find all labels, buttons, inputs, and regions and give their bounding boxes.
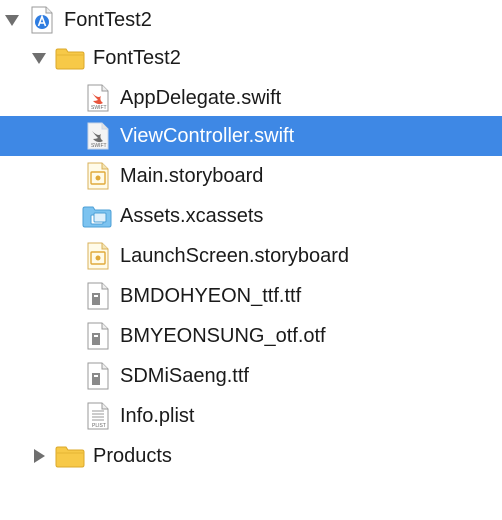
swift-file-badge: SWIFT [91,105,107,111]
disclosure-expanded-icon[interactable] [31,38,47,78]
project-label: FontTest2 [64,9,152,31]
file-label: AppDelegate.swift [120,87,282,109]
products-label: Products [93,445,172,467]
file-row-bmyeonsung[interactable]: BMYEONSUNG_otf.otf [0,316,502,356]
file-row-bmdohyeon[interactable]: BMDOHYEON_ttf.ttf [0,276,502,316]
folder-icon [55,436,85,476]
swift-file-badge: SWIFT [91,143,107,149]
group-row-products[interactable]: Products [0,436,502,476]
group-row-fonttest2[interactable]: FontTest2 [0,38,502,78]
font-file-icon [86,356,110,396]
file-label: BMYEONSUNG_otf.otf [120,325,326,347]
project-navigator: FontTest2 FontTest2 SWIFT AppDelegate.sw… [0,0,502,520]
storyboard-file-icon [86,236,110,276]
swift-file-icon: SWIFT [86,116,110,156]
file-label: Info.plist [120,405,195,427]
file-row-assets[interactable]: Assets.xcassets [0,196,502,236]
disclosure-expanded-icon[interactable] [4,0,20,40]
file-row-appdelegate[interactable]: SWIFT AppDelegate.swift [0,78,502,118]
file-label: SDMiSaeng.ttf [120,365,249,387]
plist-file-badge: PLIST [92,423,106,429]
file-row-main-storyboard[interactable]: Main.storyboard [0,156,502,196]
file-label: ViewController.swift [120,125,295,147]
font-file-icon [86,316,110,356]
file-row-launchscreen[interactable]: LaunchScreen.storyboard [0,236,502,276]
group-label: FontTest2 [93,47,181,69]
folder-icon [55,38,85,78]
plist-file-icon: PLIST [86,396,110,436]
file-row-info-plist[interactable]: PLIST Info.plist [0,396,502,436]
file-label: LaunchScreen.storyboard [120,245,350,267]
file-label: Assets.xcassets [120,205,264,227]
xcode-project-icon [30,0,54,40]
storyboard-file-icon [86,156,110,196]
disclosure-collapsed-icon[interactable] [31,436,47,476]
file-label: Main.storyboard [120,165,264,187]
file-row-sdmisaeng[interactable]: SDMiSaeng.ttf [0,356,502,396]
file-label: BMDOHYEON_ttf.ttf [120,285,302,307]
file-row-viewcontroller[interactable]: SWIFT ViewController.swift [0,116,502,156]
project-row[interactable]: FontTest2 [0,0,502,40]
asset-catalog-icon [82,196,112,236]
font-file-icon [86,276,110,316]
swift-file-icon: SWIFT [86,78,110,118]
